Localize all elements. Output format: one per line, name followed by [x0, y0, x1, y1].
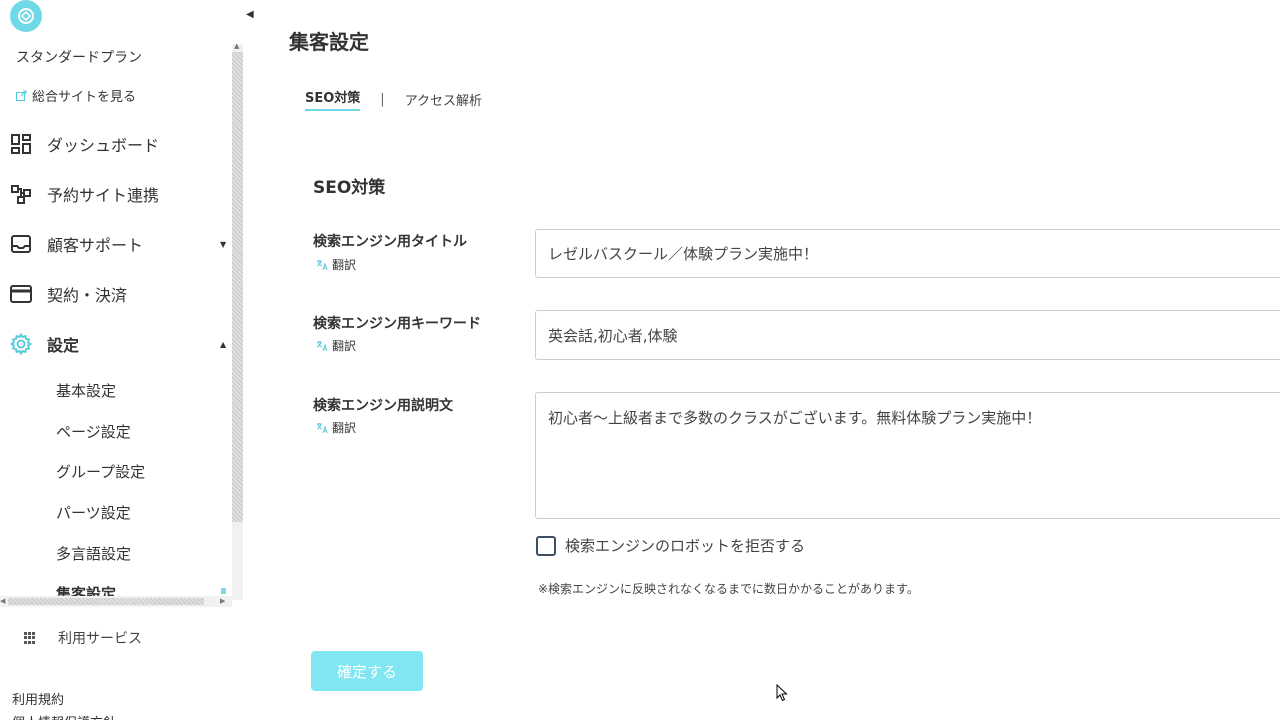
translate-icon [316, 340, 328, 352]
nav-dashboard-label: ダッシュボード [47, 136, 160, 155]
nav-site-integration-label: 予約サイト連携 [47, 186, 160, 205]
translate-label: 翻訳 [332, 421, 357, 435]
logo-icon[interactable] [10, 0, 42, 32]
translate-link-title[interactable]: 翻訳 [316, 256, 356, 273]
seo-keywords-value: 英会話,初心者,体験 [548, 326, 678, 345]
scroll-left-icon[interactable]: ◀ [0, 597, 5, 605]
sub-basic-settings[interactable]: 基本設定 [56, 380, 116, 401]
site-link[interactable]: 総合サイトを見る [16, 86, 136, 105]
sidebar-vertical-scrollbar[interactable]: ▲ [232, 42, 243, 600]
nav-dashboard[interactable]: ダッシュボード [0, 124, 232, 164]
external-link-icon [16, 90, 28, 102]
seo-keywords-input[interactable]: 英会話,初心者,体験 [535, 310, 1280, 360]
translate-icon [316, 259, 328, 271]
seo-description-textarea[interactable]: 初心者～上級者まで多数のクラスがございます。無料体験プラン実施中！ [535, 392, 1280, 519]
scrollbar-thumb[interactable] [232, 52, 243, 522]
nav-site-integration[interactable]: 予約サイト連携 [0, 174, 232, 214]
sub-multilang-settings[interactable]: 多言語設定 [56, 543, 131, 564]
sub-parts-settings[interactable]: パーツ設定 [56, 502, 131, 523]
sidebar: スタンダードプラン 総合サイトを見る ダッシュボード 予約サイト連携 顧客サポー… [0, 0, 244, 720]
apps-grid-icon [24, 632, 36, 644]
seo-description-value: 初心者～上級者まで多数のクラスがございます。無料体験プラン実施中！ [548, 409, 1042, 427]
translate-link-description[interactable]: 翻訳 [316, 419, 356, 436]
services-menu[interactable]: 利用サービス [24, 628, 142, 648]
mouse-cursor-icon [776, 684, 788, 702]
seo-description-label: 検索エンジン用説明文 [313, 398, 453, 414]
inbox-icon [10, 233, 32, 255]
page-title: 集客設定 [289, 30, 369, 54]
seo-keywords-label: 検索エンジン用キーワード [313, 316, 481, 332]
tab-bar: SEO対策 | アクセス解析 [305, 87, 482, 111]
robots-checkbox[interactable] [536, 535, 556, 556]
scrollbar-thumb-horizontal[interactable] [8, 598, 204, 605]
translate-icon [316, 422, 328, 434]
scroll-right-icon[interactable]: ▶ [220, 597, 225, 605]
robots-checkbox-row[interactable]: 検索エンジンのロボットを拒否する [536, 535, 805, 556]
services-label: 利用サービス [58, 631, 142, 647]
section-title: SEO対策 [313, 178, 386, 198]
tab-seo[interactable]: SEO対策 [305, 87, 361, 111]
plan-name: スタンダードプラン [16, 50, 142, 66]
seo-title-value: レゼルバスクール／体験プラン実施中！ [548, 245, 819, 263]
app-root: スタンダードプラン 総合サイトを見る ダッシュボード 予約サイト連携 顧客サポー… [0, 0, 1280, 720]
seo-title-input[interactable]: レゼルバスクール／体験プラン実施中！ [535, 229, 1280, 278]
nav-contract-payment-label: 契約・決済 [47, 286, 128, 305]
sub-group-settings[interactable]: グループ設定 [56, 461, 145, 482]
chevron-up-icon: ▲ [220, 339, 227, 349]
site-link-icon [10, 183, 32, 205]
translate-link-keywords[interactable]: 翻訳 [316, 337, 356, 354]
gear-icon [10, 333, 32, 355]
nav-contract-payment[interactable]: 契約・決済 [0, 274, 232, 314]
collapse-sidebar-icon[interactable]: ◀ [246, 8, 256, 22]
credit-card-icon [10, 283, 32, 305]
nav-settings[interactable]: 設定 ▲ [0, 324, 232, 364]
translate-label: 翻訳 [332, 339, 357, 353]
terms-link[interactable]: 利用規約 [12, 689, 64, 708]
nav-customer-support[interactable]: 顧客サポート ▼ [0, 224, 232, 264]
nav-settings-label: 設定 [47, 336, 80, 355]
robots-note: ※検索エンジンに反映されなくなるまでに数日かかることがあります。 [538, 582, 919, 596]
sub-page-settings[interactable]: ページ設定 [56, 421, 131, 442]
tab-access-analytics[interactable]: アクセス解析 [405, 90, 482, 109]
chevron-down-icon: ▼ [220, 239, 227, 249]
scroll-indicator [221, 588, 226, 594]
sub-marketing-settings[interactable]: 集客設定 [56, 583, 116, 596]
scroll-up-icon[interactable]: ▲ [234, 42, 239, 50]
tab-separator: | [380, 91, 385, 107]
sidebar-horizontal-scrollbar[interactable]: ◀ ▶ [0, 596, 232, 607]
seo-title-label: 検索エンジン用タイトル [313, 234, 467, 250]
translate-label: 翻訳 [332, 258, 357, 272]
privacy-link[interactable]: 個人情報保護方針 [12, 712, 116, 720]
confirm-button[interactable]: 確定する [311, 651, 423, 691]
dashboard-icon [10, 133, 32, 155]
site-link-label: 総合サイトを見る [32, 90, 137, 105]
nav-customer-support-label: 顧客サポート [47, 236, 144, 255]
robots-checkbox-label: 検索エンジンのロボットを拒否する [565, 537, 806, 555]
